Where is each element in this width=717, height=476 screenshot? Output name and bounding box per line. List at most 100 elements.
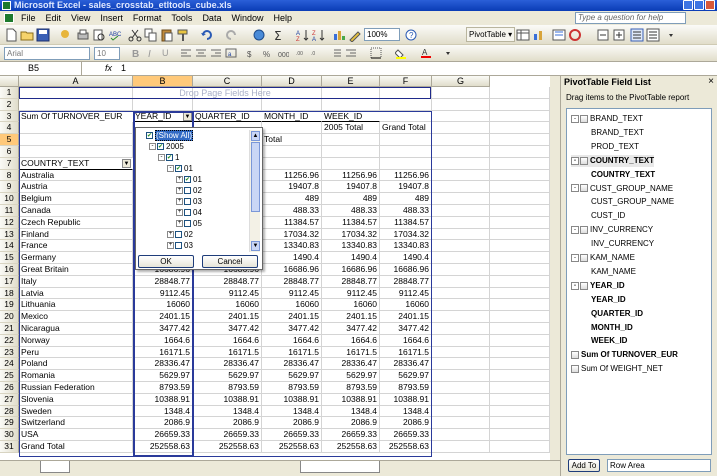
value-cell[interactable]: 16060: [322, 299, 380, 311]
sort-descending-icon[interactable]: ZA: [312, 28, 326, 42]
column-header-G[interactable]: G: [432, 76, 490, 87]
value-cell[interactable]: 2086.9: [380, 417, 432, 429]
value-cell[interactable]: 5629.97: [262, 370, 322, 382]
grid-cell[interactable]: [490, 146, 550, 158]
value-cell[interactable]: 11384.57: [322, 217, 380, 229]
filter-tree-node[interactable]: +04: [176, 208, 202, 218]
value-cell[interactable]: 17034.32: [380, 229, 432, 241]
year-field-dropdown-icon[interactable]: ▼: [183, 111, 192, 121]
row-header[interactable]: 2: [0, 98, 19, 111]
field-filter-dropdown[interactable]: ✔ (Show All) - ✔ 2005- ✔ 1- ✔ 01 + ✔ 01 +02 +03 +04 +05…: [135, 127, 263, 270]
value-cell[interactable]: 26659.33: [133, 429, 193, 441]
value-cell[interactable]: 17034.32: [322, 229, 380, 241]
open-icon[interactable]: [20, 28, 34, 42]
value-cell[interactable]: 8793.59: [262, 382, 322, 394]
value-cell[interactable]: 19407.8: [262, 181, 322, 193]
row-label[interactable]: Lithuania: [19, 299, 133, 311]
grid-cell[interactable]: [193, 98, 262, 111]
value-cell[interactable]: 1348.4: [322, 406, 380, 418]
value-cell[interactable]: 489: [380, 193, 432, 205]
grid-cell[interactable]: [432, 157, 490, 170]
expand-collapse-icon[interactable]: +: [176, 198, 183, 206]
row-header[interactable]: 26: [0, 382, 19, 394]
value-cell[interactable]: 11256.96: [262, 170, 322, 182]
grid-cell[interactable]: [432, 122, 490, 135]
value-cell[interactable]: 8793.59: [133, 382, 193, 394]
data-field-label[interactable]: Sum Of TURNOVER_EUR: [19, 110, 133, 123]
grid-cell[interactable]: [490, 98, 550, 111]
font-size-select[interactable]: 10: [94, 47, 120, 60]
grid-cell[interactable]: [490, 193, 550, 205]
field-list[interactable]: - BRAND_TEXT BRAND_TEXT PROD_TEXT - COUNTRY_T…: [566, 108, 712, 455]
value-cell[interactable]: 26659.33: [380, 429, 432, 441]
permission-icon[interactable]: [58, 28, 72, 42]
grid-cell[interactable]: [432, 417, 490, 430]
grid-cell[interactable]: [380, 98, 432, 111]
grid-cell[interactable]: [432, 181, 490, 194]
grid-cell[interactable]: [490, 346, 550, 359]
value-cell[interactable]: 13340.83: [322, 240, 380, 252]
grid-cell[interactable]: [262, 122, 322, 135]
refresh-icon[interactable]: [568, 28, 582, 42]
menu-data[interactable]: Data: [197, 11, 226, 25]
filter-tree-node[interactable]: + ✔ 01: [176, 175, 202, 185]
row-header[interactable]: 18: [0, 287, 19, 300]
value-cell[interactable]: 10388.91: [193, 394, 262, 406]
align-left-icon[interactable]: [180, 47, 192, 59]
value-cell[interactable]: 28336.47: [133, 358, 193, 370]
expand-collapse-icon[interactable]: +: [167, 242, 174, 250]
menu-file[interactable]: File: [16, 11, 41, 25]
expand-collapse-icon[interactable]: -: [571, 253, 579, 262]
value-cell[interactable]: 16171.5: [322, 347, 380, 359]
row-header[interactable]: 6: [0, 146, 19, 158]
cancel-button[interactable]: Cancel: [202, 255, 258, 268]
grid-cell[interactable]: [432, 252, 490, 264]
row-header[interactable]: 17: [0, 275, 19, 288]
grid-cell[interactable]: [490, 441, 550, 453]
value-cell[interactable]: 1664.6: [262, 335, 322, 347]
grid-cell[interactable]: [490, 370, 550, 382]
value-cell[interactable]: 1490.4: [322, 252, 380, 264]
value-cell[interactable]: 26659.33: [262, 429, 322, 441]
document-icon[interactable]: [4, 13, 14, 23]
filter-tree-node[interactable]: - ✔ 01: [167, 164, 193, 174]
save-icon[interactable]: [36, 28, 50, 42]
filter-checkbox[interactable]: ✔: [166, 154, 173, 162]
grid-cell[interactable]: [432, 299, 490, 312]
expand-collapse-icon[interactable]: -: [571, 281, 579, 290]
formula-input[interactable]: 1: [121, 62, 126, 75]
field-list-item[interactable]: - YEAR_ID: [571, 280, 625, 292]
row-label[interactable]: Belgium: [19, 193, 133, 205]
value-cell[interactable]: 28848.77: [322, 276, 380, 288]
value-cell[interactable]: 28336.47: [193, 358, 262, 370]
grid-cell[interactable]: [19, 98, 133, 111]
field-list-item[interactable]: CUST_ID: [591, 210, 625, 222]
menu-view[interactable]: View: [66, 11, 95, 25]
field-list-item[interactable]: - INV_CURRENCY: [571, 224, 653, 236]
pivot-wizard-icon[interactable]: [552, 28, 566, 42]
filter-tree-node[interactable]: +02: [167, 230, 193, 240]
value-cell[interactable]: 17034.32: [262, 229, 322, 241]
value-cell[interactable]: 11256.96: [380, 170, 432, 182]
redo-icon[interactable]: [224, 28, 238, 42]
borders-icon[interactable]: [370, 47, 382, 59]
grid-cell[interactable]: [432, 382, 490, 394]
grid-cell[interactable]: [432, 146, 490, 158]
align-center-icon[interactable]: [195, 47, 207, 59]
area-select[interactable]: Row Area: [607, 459, 711, 472]
grid-cell[interactable]: [432, 134, 490, 146]
value-cell[interactable]: 1348.4: [193, 406, 262, 418]
grid-cell[interactable]: [432, 87, 490, 99]
row-header[interactable]: 23: [0, 346, 19, 359]
toolbar-options-icon[interactable]: [664, 28, 678, 42]
bold-icon[interactable]: B: [130, 47, 142, 59]
value-cell[interactable]: 1664.6: [193, 335, 262, 347]
align-right-icon[interactable]: [210, 47, 222, 59]
row-label[interactable]: Nicaragua: [19, 323, 133, 335]
menu-tools[interactable]: Tools: [166, 11, 197, 25]
value-cell[interactable]: 10388.91: [322, 394, 380, 406]
value-cell[interactable]: 5629.97: [193, 370, 262, 382]
cut-icon[interactable]: [128, 28, 142, 42]
add-to-button[interactable]: Add To: [568, 459, 600, 472]
fill-color-icon[interactable]: [395, 47, 407, 59]
